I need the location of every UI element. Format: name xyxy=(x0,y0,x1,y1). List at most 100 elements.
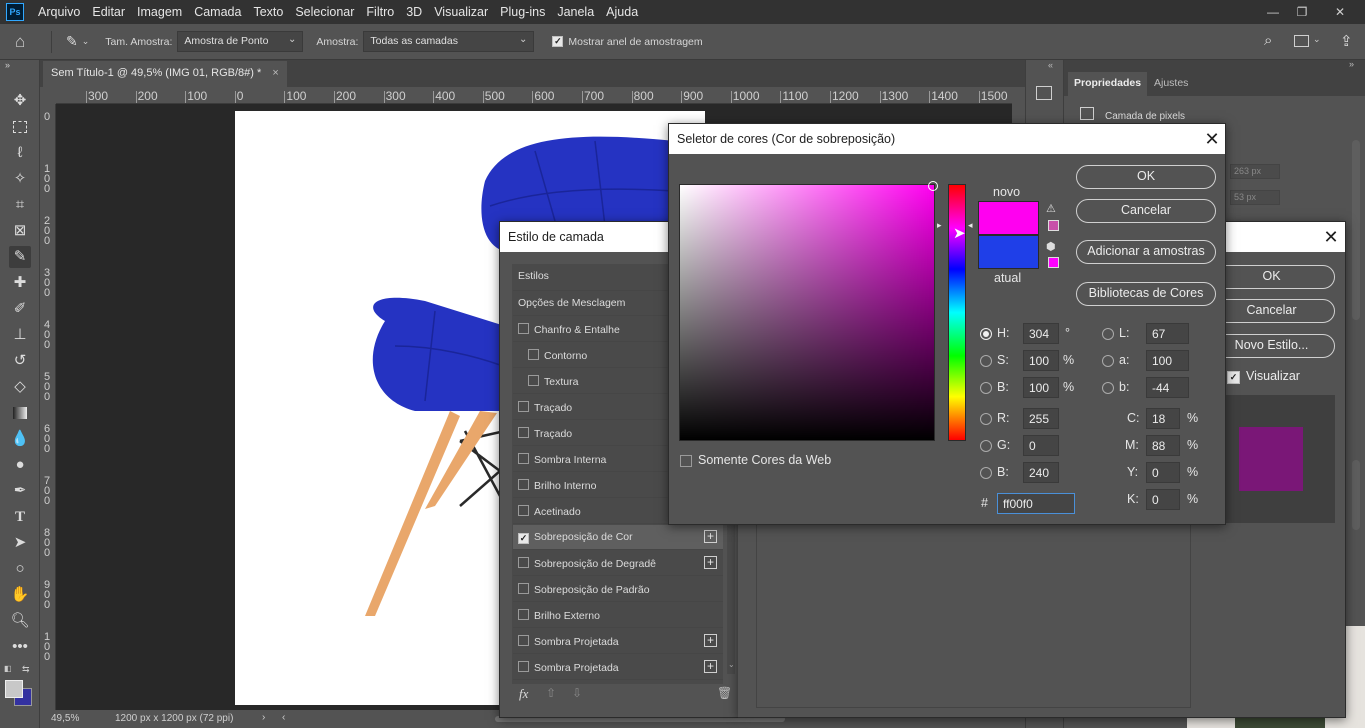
status-menu-icon[interactable]: › xyxy=(262,712,265,723)
layer-style-ok-button[interactable]: OK xyxy=(1208,265,1335,289)
menu-janela[interactable]: Janela xyxy=(551,5,600,19)
gamut-warning-icon[interactable]: ⚠ xyxy=(1046,202,1056,215)
blur-tool-icon[interactable]: 💧 xyxy=(9,428,31,450)
sample-select[interactable]: Todas as camadas ⌄ xyxy=(363,31,535,52)
menu-arquivo[interactable]: Arquivo xyxy=(32,5,86,19)
add-effect-icon[interactable]: + xyxy=(704,556,717,569)
style-item-checkbox[interactable] xyxy=(518,323,529,334)
style-item-checkbox[interactable] xyxy=(518,479,529,490)
healing-brush-tool-icon[interactable]: ✚ xyxy=(9,272,31,294)
hand-tool-icon[interactable]: ✋ xyxy=(9,584,31,606)
brightness-radio[interactable] xyxy=(980,382,992,394)
menu-imagem[interactable]: Imagem xyxy=(131,5,188,19)
style-item-checkbox[interactable] xyxy=(518,583,529,594)
red-radio[interactable] xyxy=(980,413,992,425)
lasso-tool-icon[interactable]: ℓ xyxy=(9,142,31,164)
frame-tool-icon[interactable]: ⊠ xyxy=(9,220,31,242)
color-libraries-button[interactable]: Bibliotecas de Cores xyxy=(1076,282,1216,306)
menu-filtro[interactable]: Filtro xyxy=(360,5,400,19)
color-picker-ok-button[interactable]: OK xyxy=(1076,165,1216,189)
web-only-checkbox[interactable] xyxy=(680,455,692,467)
brightness-input[interactable]: 100 xyxy=(1023,377,1059,398)
blue-radio[interactable] xyxy=(980,467,992,479)
sample-size-select[interactable]: Amostra de Ponto ⌄ xyxy=(177,31,304,52)
menu-editar[interactable]: Editar xyxy=(86,5,131,19)
style-item-checkbox[interactable] xyxy=(518,609,529,620)
style-item-checkbox[interactable] xyxy=(518,557,529,568)
workspace-chevron-icon[interactable]: ⌄ xyxy=(1313,34,1321,45)
menu-selecionar[interactable]: Selecionar xyxy=(289,5,360,19)
scroll-down-icon[interactable]: ⌄ xyxy=(728,660,735,669)
style-item-checkbox[interactable] xyxy=(518,427,529,438)
new-style-button[interactable]: Novo Estilo... xyxy=(1208,334,1335,358)
close-window-button[interactable]: ✕ xyxy=(1325,2,1355,22)
show-ring-checkbox[interactable]: ✓ xyxy=(552,36,564,47)
style-item-checkbox[interactable] xyxy=(518,453,529,464)
gamut-color-swatch[interactable] xyxy=(1048,220,1059,231)
add-to-swatches-button[interactable]: Adicionar a amostras xyxy=(1076,240,1216,264)
tab-properties[interactable]: Propriedades xyxy=(1068,72,1148,96)
close-icon[interactable]: ✕ xyxy=(1201,128,1223,150)
lab-a-radio[interactable] xyxy=(1102,355,1114,367)
chevron-down-icon[interactable]: ⌄ xyxy=(82,36,90,47)
menu-ajuda[interactable]: Ajuda xyxy=(600,5,644,19)
style-item-checkbox[interactable] xyxy=(528,349,539,360)
history-panel-icon[interactable] xyxy=(1036,86,1052,100)
web-safe-color-swatch[interactable] xyxy=(1048,257,1059,268)
saturation-radio[interactable] xyxy=(980,355,992,367)
green-input[interactable]: 0 xyxy=(1023,435,1059,456)
clone-stamp-tool-icon[interactable]: ⊥ xyxy=(9,324,31,346)
style-item-checkbox[interactable]: ✓ xyxy=(518,533,529,544)
lab-l-input[interactable]: 67 xyxy=(1146,323,1189,344)
add-effect-icon[interactable]: + xyxy=(704,634,717,647)
move-up-icon[interactable]: ⇧ xyxy=(546,686,556,700)
collapse-icon[interactable]: » xyxy=(5,60,10,70)
hue-slider-left-arrow-icon[interactable]: ▸ xyxy=(937,220,942,231)
share-icon[interactable]: ⇪ xyxy=(1340,32,1353,50)
style-item-checkbox[interactable] xyxy=(518,661,529,672)
lab-l-radio[interactable] xyxy=(1102,328,1114,340)
color-picker-cancel-button[interactable]: Cancelar xyxy=(1076,199,1216,223)
add-effect-icon[interactable]: + xyxy=(704,660,717,673)
menu-3d[interactable]: 3D xyxy=(400,5,428,19)
saturation-input[interactable]: 100 xyxy=(1023,350,1059,371)
web-safe-cube-icon[interactable]: ⬢ xyxy=(1046,240,1056,253)
red-input[interactable]: 255 xyxy=(1023,408,1059,429)
green-radio[interactable] xyxy=(980,440,992,452)
swap-colors-icon[interactable]: ⇆ xyxy=(22,664,30,675)
collapse-icon[interactable]: « xyxy=(1048,60,1053,70)
brush-tool-icon[interactable]: ✐ xyxy=(9,298,31,320)
fx-icon[interactable]: fx xyxy=(519,686,528,702)
more-tools-icon[interactable]: ••• xyxy=(9,636,31,658)
hex-input[interactable]: ff00f0 xyxy=(997,493,1075,514)
collapse-icon[interactable]: » xyxy=(1349,59,1354,69)
home-icon[interactable]: ⌂ xyxy=(15,32,41,52)
quick-selection-tool-icon[interactable]: ✧ xyxy=(9,168,31,190)
trash-icon[interactable]: 🗑︎ xyxy=(717,686,732,700)
marquee-tool-icon[interactable] xyxy=(9,116,31,138)
search-icon[interactable]: ⌕ xyxy=(1264,32,1272,49)
color-field-cursor[interactable] xyxy=(928,181,938,191)
height-field[interactable]: 53 px xyxy=(1230,190,1280,205)
zoom-tool-icon[interactable]: 🔍︎ xyxy=(9,610,31,632)
style-item[interactable]: Sombra Projetada + xyxy=(513,655,723,680)
move-tool-icon[interactable]: ✥ xyxy=(9,90,31,112)
cyan-input[interactable]: 18 xyxy=(1146,408,1180,429)
default-colors-icon[interactable]: ◧ xyxy=(4,664,12,673)
menu-visualizar[interactable]: Visualizar xyxy=(428,5,494,19)
gradient-tool-icon[interactable] xyxy=(9,402,31,424)
style-item[interactable]: Brilho Externo xyxy=(513,603,723,628)
panel-scrollbar[interactable] xyxy=(1352,140,1360,320)
color-field[interactable] xyxy=(679,181,938,441)
lab-a-input[interactable]: 100 xyxy=(1146,350,1189,371)
style-item-checkbox[interactable] xyxy=(518,401,529,412)
zoom-level[interactable]: 49,5% xyxy=(51,713,79,724)
document-tab[interactable]: Sem Título-1 @ 49,5% (IMG 01, RGB/8#) * … xyxy=(43,61,287,87)
tab-close-icon[interactable]: × xyxy=(272,67,278,79)
style-item[interactable]: Sobreposição de Degradê + xyxy=(513,551,723,576)
menu-plug-ins[interactable]: Plug-ins xyxy=(494,5,551,19)
yellow-input[interactable]: 0 xyxy=(1146,462,1180,483)
magenta-input[interactable]: 88 xyxy=(1146,435,1180,456)
eyedropper-icon[interactable]: ✎ xyxy=(66,33,78,50)
lab-b-input[interactable]: -44 xyxy=(1146,377,1189,398)
